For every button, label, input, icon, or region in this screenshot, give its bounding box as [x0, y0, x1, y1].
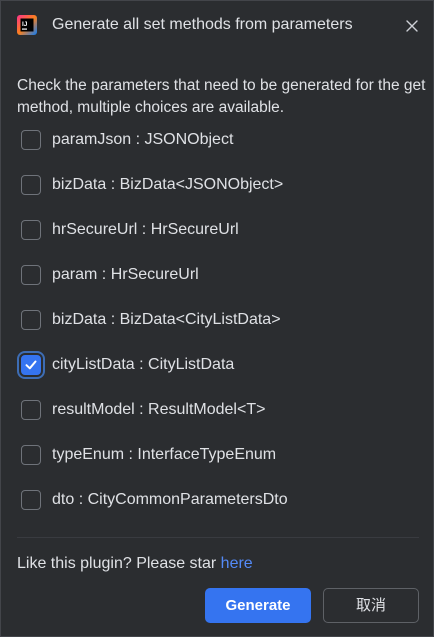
- parameter-option[interactable]: dto : CityCommonParametersDto: [17, 486, 417, 516]
- star-link[interactable]: here: [221, 555, 253, 572]
- parameter-option[interactable]: typeEnum : InterfaceTypeEnum: [17, 441, 417, 471]
- generate-button[interactable]: Generate: [205, 588, 311, 623]
- checkbox[interactable]: [21, 445, 41, 465]
- checkbox[interactable]: [21, 490, 41, 510]
- parameter-label: cityListData : CityListData: [52, 356, 235, 373]
- dialog-title: Generate all set methods from parameters: [52, 16, 353, 33]
- checkbox[interactable]: [21, 310, 41, 330]
- checkbox[interactable]: [21, 400, 41, 420]
- parameter-label: typeEnum : InterfaceTypeEnum: [52, 446, 277, 463]
- parameter-option[interactable]: param : HrSecureUrl: [17, 261, 417, 291]
- parameter-label: hrSecureUrl : HrSecureUrl: [52, 221, 239, 238]
- intellij-idea-icon: IJ: [17, 15, 37, 35]
- checkbox-checked[interactable]: [21, 355, 41, 375]
- parameter-label: paramJson : JSONObject: [52, 131, 234, 148]
- parameter-label: dto : CityCommonParametersDto: [52, 491, 288, 508]
- parameter-option[interactable]: hrSecureUrl : HrSecureUrl: [17, 216, 417, 246]
- parameter-option[interactable]: paramJson : JSONObject: [17, 126, 417, 156]
- generate-set-methods-dialog: IJ Generate all set methods from paramet…: [0, 0, 434, 637]
- footer-message: Like this plugin? Please star here: [17, 555, 253, 573]
- checkbox[interactable]: [21, 130, 41, 150]
- checkmark-icon: [25, 360, 37, 370]
- cancel-button[interactable]: 取消: [323, 588, 419, 623]
- parameter-label: resultModel : ResultModel<T>: [52, 401, 266, 418]
- parameter-option[interactable]: resultModel : ResultModel<T>: [17, 396, 417, 426]
- parameter-option[interactable]: cityListData : CityListData: [17, 351, 417, 381]
- svg-text:IJ: IJ: [22, 21, 28, 28]
- checkbox[interactable]: [21, 175, 41, 195]
- parameter-label: bizData : BizData<JSONObject>: [52, 176, 284, 193]
- close-icon[interactable]: [399, 13, 425, 39]
- title-bar: IJ Generate all set methods from paramet…: [1, 1, 433, 51]
- parameter-label: bizData : BizData<CityListData>: [52, 311, 281, 328]
- divider: [17, 537, 419, 538]
- parameter-label: param : HrSecureUrl: [52, 266, 199, 283]
- parameter-option[interactable]: bizData : BizData<CityListData>: [17, 306, 417, 336]
- checkbox[interactable]: [21, 265, 41, 285]
- parameter-option[interactable]: bizData : BizData<JSONObject>: [17, 171, 417, 201]
- instruction-text: Check the parameters that need to be gen…: [17, 77, 426, 116]
- checkbox[interactable]: [21, 220, 41, 240]
- footer-text: Like this plugin? Please star: [17, 555, 221, 572]
